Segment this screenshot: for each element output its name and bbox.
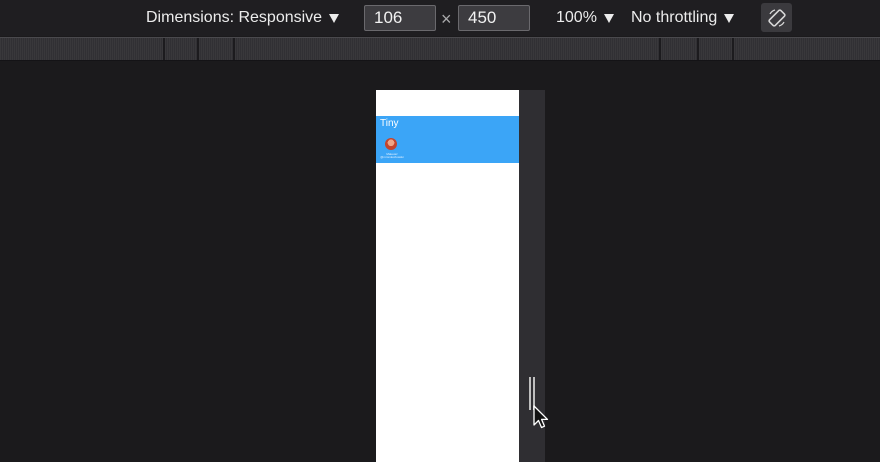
- device-viewport[interactable]: Tiny Mateusz @mmmkozlowski: [376, 90, 519, 462]
- media-query-segment[interactable]: [199, 38, 235, 60]
- mouse-cursor-icon: [533, 405, 549, 429]
- media-query-segment[interactable]: [661, 38, 699, 60]
- rotate-button[interactable]: [761, 3, 792, 32]
- avatar: [385, 138, 397, 150]
- grip-line: [529, 377, 531, 410]
- media-query-segment[interactable]: [165, 38, 199, 60]
- dimensions-label: Dimensions: Responsive: [146, 9, 323, 26]
- media-query-segment[interactable]: [0, 38, 165, 60]
- device-toolbar: Dimensions: Responsive × 100% No throttl…: [0, 0, 880, 36]
- caret-down-icon: [603, 13, 614, 23]
- avatar-caption: Mateusz @mmmkozlowski: [379, 153, 405, 159]
- caret-down-icon: [329, 13, 340, 23]
- caption-handle: @mmmkozlowski: [380, 155, 404, 159]
- dimensions-dropdown[interactable]: Dimensions: Responsive: [146, 0, 340, 36]
- media-query-bar: [0, 37, 880, 61]
- media-query-segment[interactable]: [699, 38, 734, 60]
- zoom-label: 100%: [556, 9, 597, 26]
- rotate-icon: [767, 8, 786, 27]
- height-input[interactable]: [458, 5, 530, 31]
- profile-card[interactable]: Tiny Mateusz @mmmkozlowski: [376, 116, 519, 163]
- throttling-label: No throttling: [631, 9, 718, 26]
- times-icon: ×: [441, 9, 452, 29]
- card-title: Tiny: [380, 118, 399, 129]
- width-input[interactable]: [364, 5, 436, 31]
- media-query-segment[interactable]: [734, 38, 880, 60]
- throttling-dropdown[interactable]: No throttling: [631, 0, 735, 36]
- caret-down-icon: [724, 13, 735, 23]
- zoom-dropdown[interactable]: 100%: [556, 0, 614, 36]
- media-query-segment[interactable]: [235, 38, 661, 60]
